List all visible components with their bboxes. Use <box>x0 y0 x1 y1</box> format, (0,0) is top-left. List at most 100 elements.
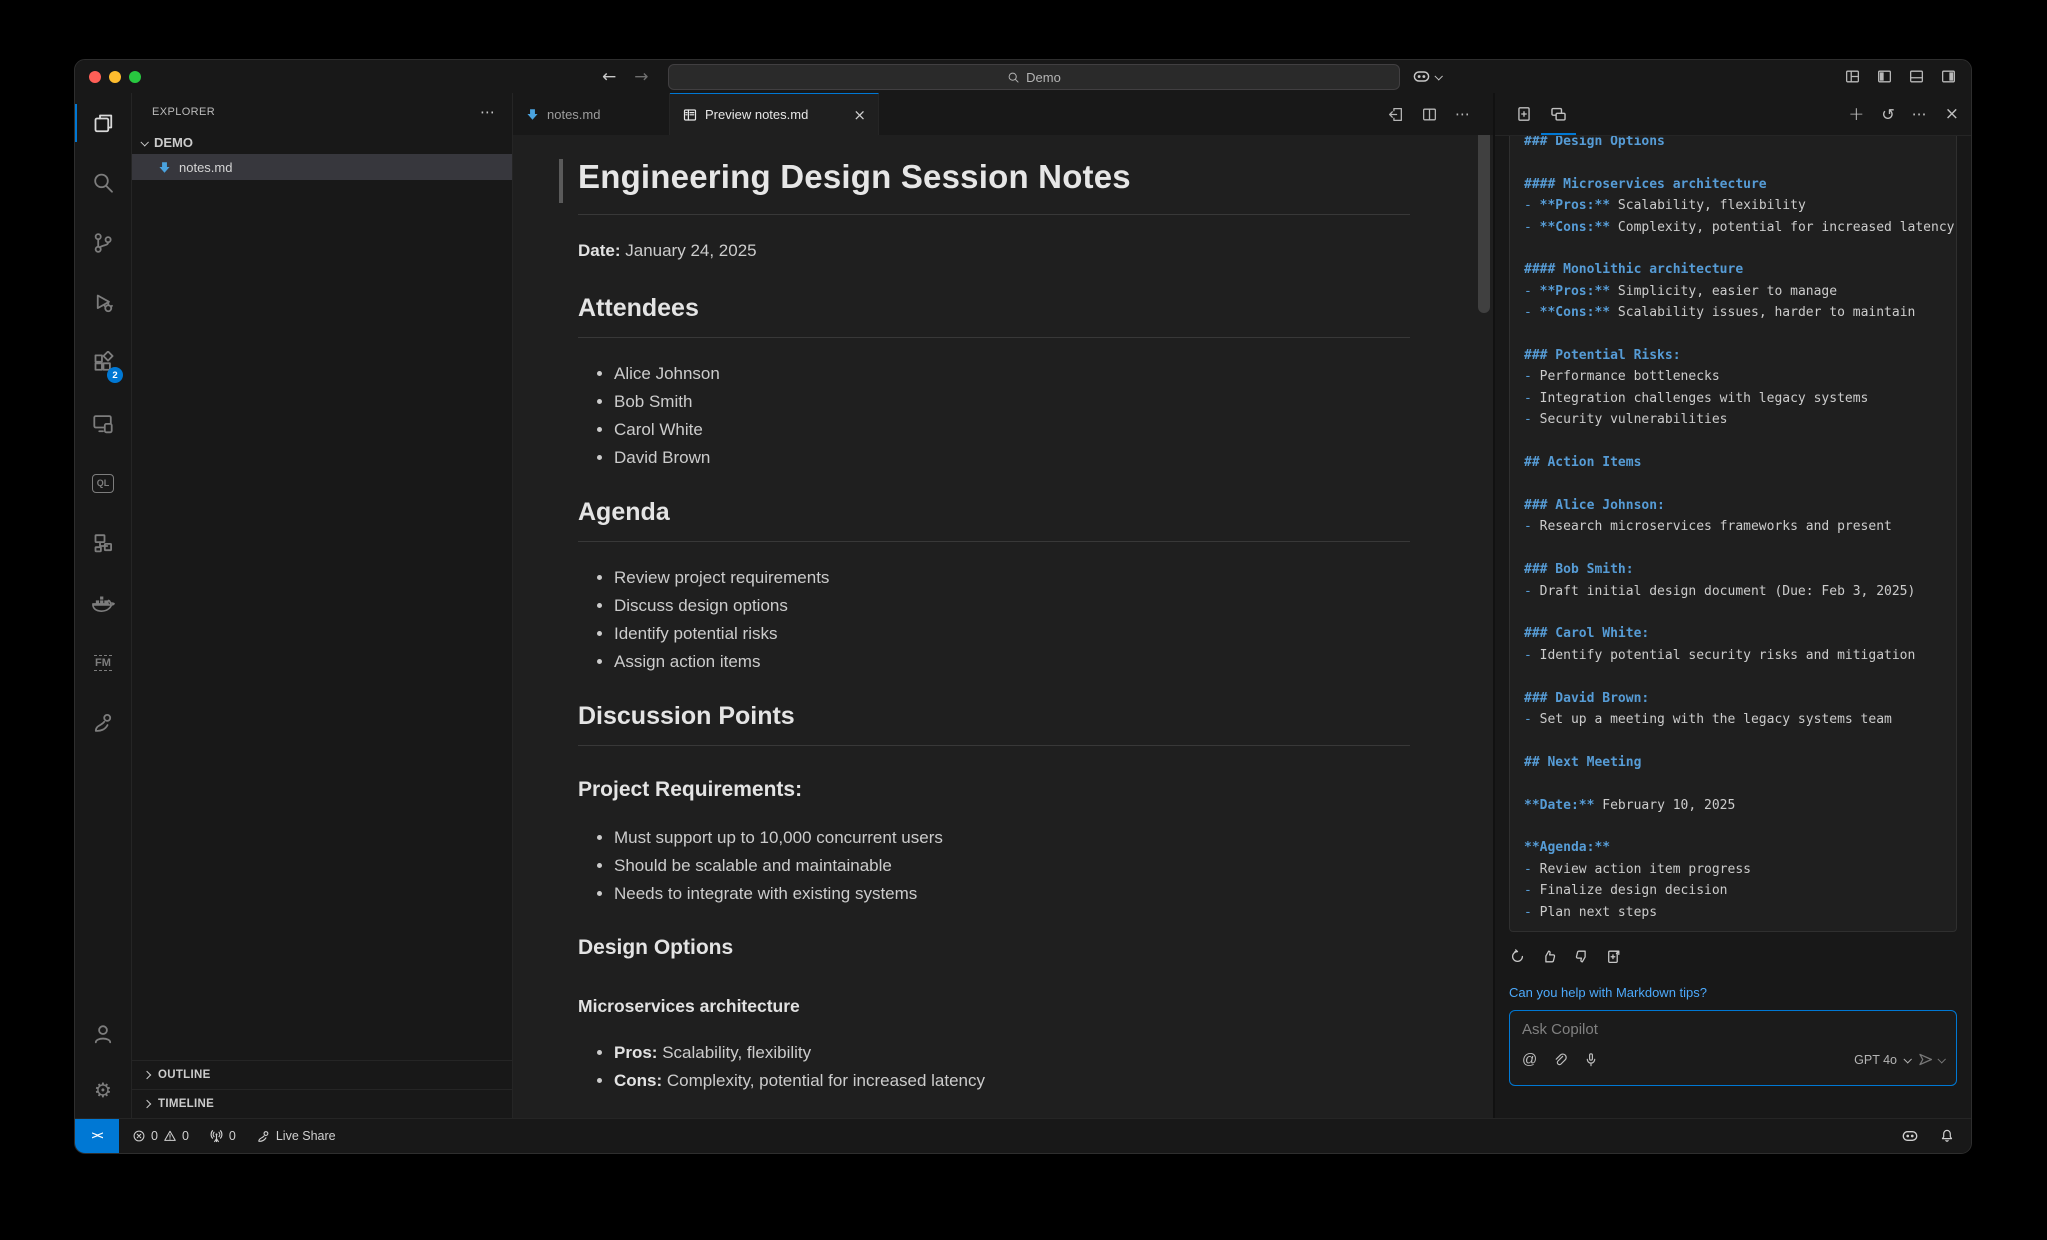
code-line: ### Design Options <box>1524 136 1956 152</box>
broadcast-icon <box>209 1129 224 1144</box>
insert-into-file-icon[interactable] <box>1605 948 1622 965</box>
live-share-status[interactable]: Live Share <box>256 1129 336 1144</box>
file-label: notes.md <box>179 160 232 175</box>
list-item: Assign action items <box>614 648 1410 676</box>
chat-more-icon[interactable]: ⋯ <box>1912 105 1928 123</box>
toggle-primary-sidebar-icon[interactable] <box>1876 68 1893 85</box>
command-center-text: Demo <box>1026 70 1061 85</box>
activitybar-run-debug[interactable] <box>75 273 131 333</box>
agenda-list: Review project requirements Discuss desi… <box>578 564 1410 676</box>
model-picker[interactable]: GPT 4o <box>1854 1053 1897 1067</box>
chat-view-tab[interactable] <box>1541 93 1576 135</box>
vscode-window: ← → Demo <box>74 59 1972 1154</box>
suggestion-link[interactable]: Can you help with Markdown tips? <box>1509 985 1957 1000</box>
toggle-panel-icon[interactable] <box>1908 68 1925 85</box>
new-chat-icon[interactable]: + <box>1848 103 1864 125</box>
bell-icon[interactable] <box>1939 1128 1955 1144</box>
back-icon[interactable]: ← <box>602 67 616 87</box>
divider <box>578 214 1410 215</box>
activitybar-frontmatter[interactable]: FM <box>75 633 131 693</box>
forward-icon[interactable]: → <box>634 67 648 87</box>
copilot-status-icon[interactable] <box>1901 1127 1919 1145</box>
chevron-down-icon <box>1434 72 1442 80</box>
minimize-window-button[interactable] <box>109 71 121 83</box>
copilot-menu-button[interactable] <box>1412 60 1441 93</box>
activitybar-source-control[interactable] <box>75 213 131 273</box>
customize-layout-icon[interactable] <box>1844 68 1861 85</box>
explorer-more-icon[interactable]: ⋯ <box>480 103 496 121</box>
ports-status[interactable]: 0 <box>209 1129 236 1144</box>
activitybar-liveshare[interactable] <box>75 693 131 753</box>
zoom-window-button[interactable] <box>129 71 141 83</box>
activitybar-search[interactable] <box>75 153 131 213</box>
code-line <box>1524 666 1956 687</box>
split-editor-icon[interactable] <box>1421 106 1438 123</box>
close-panel-icon[interactable]: × <box>1945 104 1959 124</box>
activitybar-settings[interactable]: ⚙ <box>75 1062 131 1118</box>
command-center-search[interactable]: Demo <box>668 64 1400 90</box>
mention-icon[interactable]: @ <box>1522 1051 1537 1068</box>
close-window-button[interactable] <box>89 71 101 83</box>
code-line <box>1524 816 1956 837</box>
activitybar-docker[interactable] <box>75 573 131 633</box>
tab-notes-md[interactable]: notes.md <box>513 93 670 135</box>
problems-status[interactable]: 0 0 <box>132 1129 189 1143</box>
show-source-icon[interactable] <box>1387 106 1404 123</box>
chevron-right-icon <box>143 1100 151 1108</box>
remote-indicator[interactable]: >< <box>75 1119 119 1153</box>
editor-more-icon[interactable]: ⋯ <box>1455 105 1471 123</box>
toggle-secondary-sidebar-icon[interactable] <box>1940 68 1957 85</box>
code-line: - Integration challenges with legacy sys… <box>1524 388 1956 409</box>
code-line: - Performance bottlenecks <box>1524 366 1956 387</box>
activitybar-explorer[interactable] <box>75 93 131 153</box>
tab-label: Preview notes.md <box>705 107 808 122</box>
activitybar-extensions[interactable]: 2 <box>75 333 131 393</box>
list-item: David Brown <box>614 444 1410 472</box>
chat-body: ### Design Options #### Microservices ar… <box>1495 136 1971 1118</box>
close-tab-icon[interactable]: × <box>853 106 866 124</box>
activitybar-accounts[interactable] <box>75 1006 131 1062</box>
activitybar-symbols[interactable] <box>75 513 131 573</box>
code-line: - Research microservices frameworks and … <box>1524 516 1956 537</box>
chat-input-box[interactable]: Ask Copilot @ GPT 4o <box>1509 1010 1957 1086</box>
code-line <box>1524 431 1956 452</box>
outline-label: OUTLINE <box>158 1069 211 1081</box>
account-icon <box>91 1022 115 1046</box>
comments-icon <box>1549 105 1568 124</box>
history-icon[interactable]: ↺ <box>1881 105 1894 124</box>
send-icon <box>1917 1051 1934 1068</box>
file-row-notes[interactable]: notes.md <box>132 154 512 180</box>
warning-count: 0 <box>182 1129 189 1143</box>
send-button[interactable] <box>1917 1051 1944 1068</box>
code-line <box>1524 602 1956 623</box>
timeline-section[interactable]: TIMELINE <box>132 1089 512 1118</box>
attach-icon[interactable] <box>1552 1052 1568 1068</box>
code-line: ## Next Meeting <box>1524 752 1956 773</box>
gear-icon: ⚙ <box>94 1080 112 1100</box>
explorer-title: EXPLORER <box>152 106 215 118</box>
tab-preview-notes-md[interactable]: Preview notes.md × <box>670 93 879 135</box>
list-item: Must support up to 10,000 concurrent use… <box>614 824 1410 852</box>
activitybar-remote-explorer[interactable] <box>75 393 131 453</box>
list-item: Carol White <box>614 416 1410 444</box>
thumbs-up-icon[interactable] <box>1541 948 1558 965</box>
regenerate-icon[interactable] <box>1509 948 1526 965</box>
outline-section[interactable]: OUTLINE <box>132 1060 512 1089</box>
preview-h4-microservices: Microservices architecture <box>578 996 1410 1017</box>
code-line: ## Action Items <box>1524 452 1956 473</box>
code-line <box>1524 773 1956 794</box>
code-line <box>1524 238 1956 259</box>
activitybar-codeql[interactable]: QL <box>75 453 131 513</box>
warning-icon <box>163 1129 177 1143</box>
list-item: Pros: Scalability, flexibility <box>614 1039 1410 1067</box>
folder-row-demo[interactable]: DEMO <box>132 131 512 154</box>
list-item: Identify potential risks <box>614 620 1410 648</box>
code-line: - **Cons:** Scalability issues, harder t… <box>1524 302 1956 323</box>
microphone-icon[interactable] <box>1583 1052 1599 1068</box>
editor-scrollbar[interactable] <box>1478 135 1490 313</box>
frontmatter-icon: FM <box>94 655 112 671</box>
source-control-icon <box>91 231 115 255</box>
chat-editor-tab[interactable] <box>1507 93 1541 135</box>
search-icon <box>91 171 115 195</box>
thumbs-down-icon[interactable] <box>1573 948 1590 965</box>
